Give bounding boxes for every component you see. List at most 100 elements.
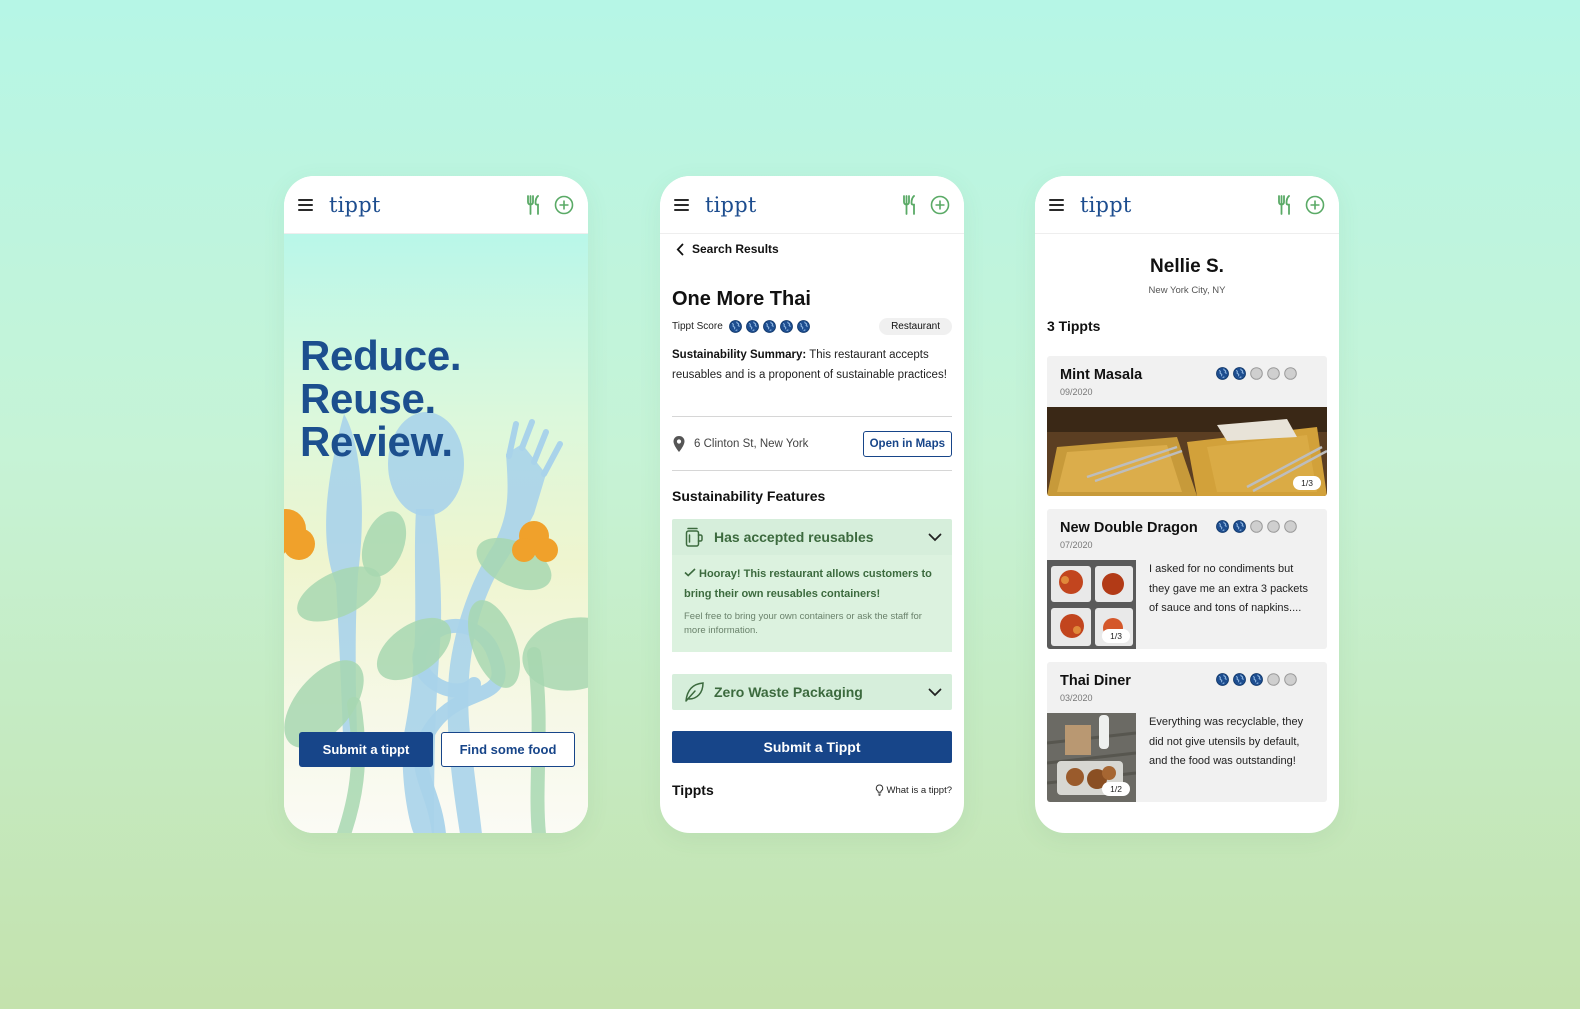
restaurant-screen: tippt Search Results One More Thai Tippt… (660, 176, 964, 833)
checkmark-icon (684, 568, 696, 577)
globe-filled-icon (779, 320, 793, 333)
globe-filled-icon (1233, 520, 1246, 533)
fork-knife-icon[interactable] (1277, 194, 1293, 215)
what-is-tippt-label: What is a tippt? (886, 784, 952, 796)
feature-accordion-reusables[interactable]: Has accepted reusables Hooray! This rest… (672, 519, 952, 652)
score-globes (728, 320, 810, 333)
plus-circle-icon[interactable] (930, 195, 950, 215)
location-pin-icon (673, 436, 685, 452)
logo[interactable]: tippt (329, 193, 380, 217)
globe-filled-icon (1216, 520, 1229, 533)
fork-knife-icon[interactable] (526, 194, 542, 215)
globe-filled-icon (1216, 673, 1229, 686)
back-link[interactable]: Search Results (676, 242, 779, 256)
divider (672, 416, 952, 417)
globe-empty-icon (1250, 520, 1263, 533)
globe-filled-icon (796, 320, 810, 333)
landing-screen: tippt Reduce. Reuse. Review. Submit a ti… (284, 176, 588, 833)
leaf-icon (685, 682, 704, 702)
back-link-label: Search Results (692, 242, 779, 256)
globe-empty-icon (1267, 367, 1280, 380)
sustainability-summary: Sustainability Summary: This restaurant … (672, 346, 952, 385)
globe-filled-icon (728, 320, 742, 333)
chevron-down-icon[interactable] (928, 533, 942, 542)
globe-empty-icon (1284, 367, 1297, 380)
category-badge: Restaurant (879, 318, 952, 335)
globe-filled-icon (1250, 673, 1263, 686)
submit-tippt-button[interactable]: Submit a Tippt (672, 731, 952, 763)
accordion-header[interactable]: Zero Waste Packaging (672, 674, 952, 710)
food-photo (1047, 407, 1327, 496)
address-text: 6 Clinton St, New York (694, 438, 809, 450)
globe-empty-icon (1267, 673, 1280, 686)
review-card[interactable]: New Double Dragon 07/2020 1/3 I asked fo… (1047, 509, 1327, 649)
photo-counter: 1/2 (1102, 782, 1130, 796)
headline-line-1: Reduce. (300, 332, 462, 379)
review-date: 07/2020 (1060, 540, 1093, 550)
review-card[interactable]: Mint Masala 09/2020 1/3 (1047, 356, 1327, 496)
accordion-body: Hooray! This restaurant allows customers… (672, 555, 952, 652)
menu-icon[interactable] (674, 198, 689, 211)
address-row: 6 Clinton St, New York Open in Maps (672, 428, 952, 460)
logo[interactable]: tippt (1080, 193, 1131, 217)
feature-detail-text: Hooray! This restaurant allows customers… (684, 568, 932, 600)
globe-filled-icon (1233, 673, 1246, 686)
user-name: Nellie S. (1150, 256, 1224, 277)
globe-filled-icon (762, 320, 776, 333)
review-date: 03/2020 (1060, 693, 1093, 703)
feature-accordion-zero-waste[interactable]: Zero Waste Packaging (672, 674, 952, 710)
headline-line-3: Review. (300, 418, 453, 465)
globe-empty-icon (1284, 673, 1297, 686)
score-row: Tippt Score Restaurant (672, 318, 952, 335)
tippts-count: 3 Tippts (1047, 318, 1101, 334)
headline-line-2: Reuse. (300, 375, 436, 422)
review-card[interactable]: Thai Diner 03/2020 1/2 Everything was re… (1047, 662, 1327, 802)
accordion-header[interactable]: Has accepted reusables (672, 519, 952, 555)
top-nav: tippt (1035, 176, 1339, 234)
fork-knife-icon[interactable] (902, 194, 918, 215)
top-nav: tippt (284, 176, 588, 234)
what-is-tippt-link[interactable]: What is a tippt? (875, 784, 952, 796)
globe-empty-icon (1284, 520, 1297, 533)
review-text: I asked for no condiments but they gave … (1149, 563, 1308, 614)
review-title: Thai Diner (1060, 673, 1131, 689)
review-photo[interactable]: 1/3 (1047, 407, 1327, 496)
find-food-button[interactable]: Find some food (441, 732, 575, 767)
top-nav: tippt (660, 176, 964, 234)
submit-tippt-button[interactable]: Submit a tippt (299, 732, 433, 767)
menu-icon[interactable] (1049, 198, 1064, 211)
restaurant-name: One More Thai (672, 288, 811, 310)
logo[interactable]: tippt (705, 193, 756, 217)
chevron-down-icon[interactable] (928, 688, 942, 697)
globe-empty-icon (1267, 520, 1280, 533)
open-in-maps-button[interactable]: Open in Maps (862, 431, 952, 457)
review-title: New Double Dragon (1060, 520, 1198, 536)
score-label: Tippt Score (672, 321, 723, 332)
rating-globes (1216, 367, 1297, 380)
headline: Reduce. Reuse. Review. (300, 332, 462, 465)
features-title: Sustainability Features (672, 488, 826, 504)
photo-counter: 1/3 (1293, 476, 1321, 490)
tippts-header: Tippts What is a tippt? (672, 782, 952, 798)
tippts-title: Tippts (672, 782, 714, 798)
feature-note: Feel free to bring your own containers o… (684, 611, 922, 636)
review-title: Mint Masala (1060, 367, 1143, 383)
globe-filled-icon (1216, 367, 1229, 380)
rating-globes (1216, 520, 1297, 533)
user-location: New York City, NY (1148, 285, 1226, 296)
globe-empty-icon (1250, 367, 1263, 380)
rating-globes (1216, 673, 1297, 686)
review-text: Everything was recyclable, they did not … (1149, 716, 1304, 767)
accordion-title: Zero Waste Packaging (714, 684, 863, 700)
lightbulb-icon (875, 784, 883, 796)
jar-icon (685, 527, 703, 547)
globe-filled-icon (1233, 367, 1246, 380)
review-photo[interactable]: 1/2 (1047, 713, 1136, 802)
profile-screen: tippt Nellie S. New York City, NY 3 Tipp… (1035, 176, 1339, 833)
menu-icon[interactable] (298, 198, 313, 211)
review-photo[interactable]: 1/3 (1047, 560, 1136, 649)
plus-circle-icon[interactable] (554, 195, 574, 215)
feature-detail: Hooray! This restaurant allows customers… (684, 565, 940, 604)
plus-circle-icon[interactable] (1305, 195, 1325, 215)
divider (672, 470, 952, 471)
